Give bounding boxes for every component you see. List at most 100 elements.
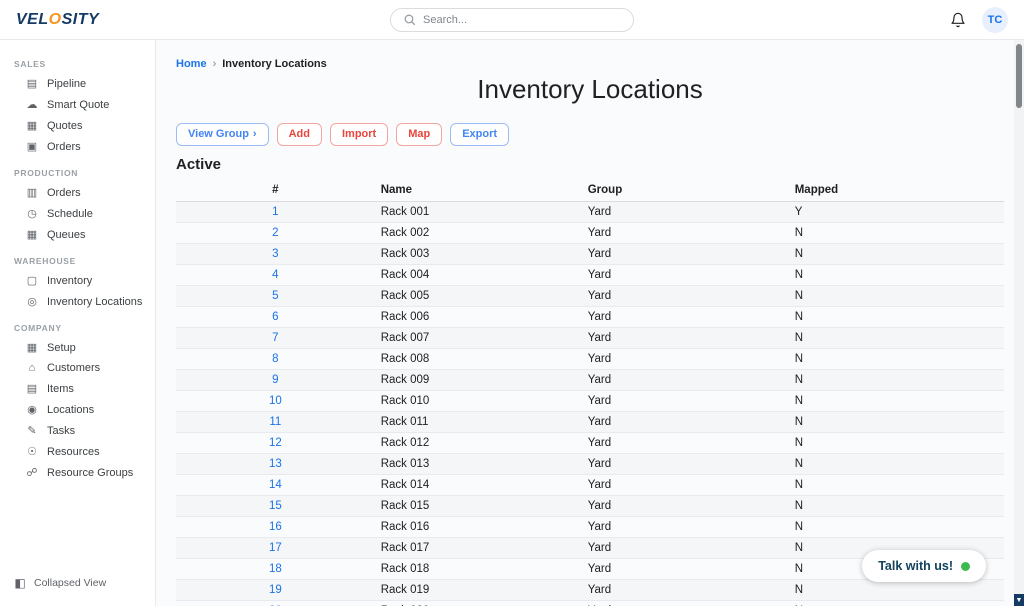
breadcrumb: Home › Inventory Locations: [176, 58, 1004, 70]
velosity-logo[interactable]: VELOSITY: [16, 11, 99, 29]
table-row: 1 Rack 001 Yard Y: [176, 202, 1004, 223]
global-search[interactable]: [390, 8, 634, 32]
chat-widget-button[interactable]: Talk with us!: [862, 550, 986, 582]
cell-group: Yard: [582, 475, 789, 496]
table-row: 10 Rack 010 Yard N: [176, 391, 1004, 412]
row-number-link[interactable]: 6: [272, 311, 278, 323]
cell-name: Rack 018: [375, 559, 582, 580]
row-number-link[interactable]: 8: [272, 353, 278, 365]
sidebar-item-resources[interactable]: ☉ Resources: [0, 441, 155, 462]
row-number-link[interactable]: 12: [269, 437, 282, 449]
cell-name: Rack 014: [375, 475, 582, 496]
sidebar-item-inventory-locations[interactable]: ◎ Inventory Locations: [0, 291, 155, 312]
chat-label: Talk with us!: [878, 559, 953, 573]
table-row: 20 Rack 020 Yard N: [176, 601, 1004, 606]
sidebar-item-label: Items: [47, 383, 74, 395]
sidebar-item-locations[interactable]: ◉ Locations: [0, 399, 155, 420]
row-number-link[interactable]: 9: [272, 374, 278, 386]
cell-name: Rack 020: [375, 601, 582, 606]
sidebar-item-pipeline[interactable]: ▤ Pipeline: [0, 73, 155, 94]
search-icon: [403, 13, 416, 26]
cell-name: Rack 015: [375, 496, 582, 517]
row-number-link[interactable]: 4: [272, 269, 278, 281]
row-number-link[interactable]: 5: [272, 290, 278, 302]
sidebar-item-setup[interactable]: ▦ Setup: [0, 337, 155, 358]
breadcrumb-chevron-icon: ›: [213, 58, 217, 70]
add-button[interactable]: Add: [277, 123, 322, 146]
cell-name: Rack 019: [375, 580, 582, 601]
row-number-link[interactable]: 3: [272, 248, 278, 260]
sidebar-item-production-orders[interactable]: ▥ Orders: [0, 182, 155, 203]
breadcrumb-home-link[interactable]: Home: [176, 58, 207, 70]
setup-icon: ▦: [26, 341, 38, 354]
col-header-number: #: [176, 179, 375, 202]
table-row: 16 Rack 016 Yard N: [176, 517, 1004, 538]
cell-mapped: N: [789, 412, 1004, 433]
table-row: 2 Rack 002 Yard N: [176, 223, 1004, 244]
vertical-scrollbar: ▼: [1014, 40, 1024, 606]
locations-icon: ◉: [26, 403, 38, 416]
cell-name: Rack 012: [375, 433, 582, 454]
cell-group: Yard: [582, 202, 789, 223]
cell-mapped: N: [789, 286, 1004, 307]
cell-mapped: N: [789, 349, 1004, 370]
cell-group: Yard: [582, 349, 789, 370]
orders-icon: ▣: [26, 140, 38, 153]
table-row: 7 Rack 007 Yard N: [176, 328, 1004, 349]
sidebar-item-quotes[interactable]: ▦ Quotes: [0, 115, 155, 136]
section-title-company: COMPANY: [0, 312, 155, 337]
section-title-warehouse: WAREHOUSE: [0, 245, 155, 270]
cell-group: Yard: [582, 307, 789, 328]
row-number-link[interactable]: 17: [269, 542, 282, 554]
sidebar-item-smart-quote[interactable]: ☁ Smart Quote: [0, 94, 155, 115]
view-group-button[interactable]: View Group›: [176, 123, 269, 146]
sidebar-item-resource-groups[interactable]: ☍ Resource Groups: [0, 462, 155, 483]
collapsed-view-toggle[interactable]: ◧ Collapsed View: [0, 568, 155, 598]
table-row: 6 Rack 006 Yard N: [176, 307, 1004, 328]
row-number-link[interactable]: 10: [269, 395, 282, 407]
scrollbar-thumb[interactable]: [1016, 44, 1022, 108]
table-header-row: # Name Group Mapped: [176, 179, 1004, 202]
sidebar-item-label: Customers: [47, 362, 100, 374]
search-input[interactable]: [423, 14, 621, 26]
sidebar-item-label: Resource Groups: [47, 467, 133, 479]
sidebar-item-label: Queues: [47, 229, 86, 241]
scrollbar-down-arrow-icon[interactable]: ▼: [1014, 594, 1024, 606]
sidebar-item-orders[interactable]: ▣ Orders: [0, 136, 155, 157]
row-number-link[interactable]: 7: [272, 332, 278, 344]
sidebar-item-customers[interactable]: ⌂ Customers: [0, 358, 155, 378]
cell-mapped: N: [789, 517, 1004, 538]
import-button[interactable]: Import: [330, 123, 388, 146]
cell-mapped: N: [789, 244, 1004, 265]
row-number-link[interactable]: 13: [269, 458, 282, 470]
notifications-bell-icon[interactable]: [950, 12, 966, 28]
col-header-mapped: Mapped: [789, 179, 1004, 202]
resources-icon: ☉: [26, 445, 38, 458]
sidebar-item-tasks[interactable]: ✎ Tasks: [0, 420, 155, 441]
export-button[interactable]: Export: [450, 123, 509, 146]
sidebar-section-company: COMPANY ▦ Setup ⌂ Customers ▤ Items: [0, 312, 155, 483]
cell-mapped: Y: [789, 202, 1004, 223]
row-number-link[interactable]: 2: [272, 227, 278, 239]
cell-group: Yard: [582, 265, 789, 286]
row-number-link[interactable]: 15: [269, 500, 282, 512]
cell-group: Yard: [582, 328, 789, 349]
row-number-link[interactable]: 14: [269, 479, 282, 491]
row-number-link[interactable]: 1: [272, 206, 278, 218]
sidebar-item-schedule[interactable]: ◷ Schedule: [0, 203, 155, 224]
logo-orange-o: O: [49, 11, 62, 28]
sidebar-item-queues[interactable]: ▦ Queues: [0, 224, 155, 245]
collapse-panel-icon: ◧: [14, 576, 26, 590]
row-number-link[interactable]: 11: [269, 416, 281, 428]
sidebar-item-items[interactable]: ▤ Items: [0, 378, 155, 399]
cell-name: Rack 008: [375, 349, 582, 370]
row-number-link[interactable]: 18: [269, 563, 282, 575]
cell-name: Rack 004: [375, 265, 582, 286]
cell-group: Yard: [582, 223, 789, 244]
sidebar-item-inventory[interactable]: ▢ Inventory: [0, 270, 155, 291]
map-button[interactable]: Map: [396, 123, 442, 146]
cell-mapped: N: [789, 496, 1004, 517]
row-number-link[interactable]: 19: [269, 584, 282, 596]
row-number-link[interactable]: 16: [269, 521, 282, 533]
user-avatar[interactable]: TC: [982, 7, 1008, 33]
